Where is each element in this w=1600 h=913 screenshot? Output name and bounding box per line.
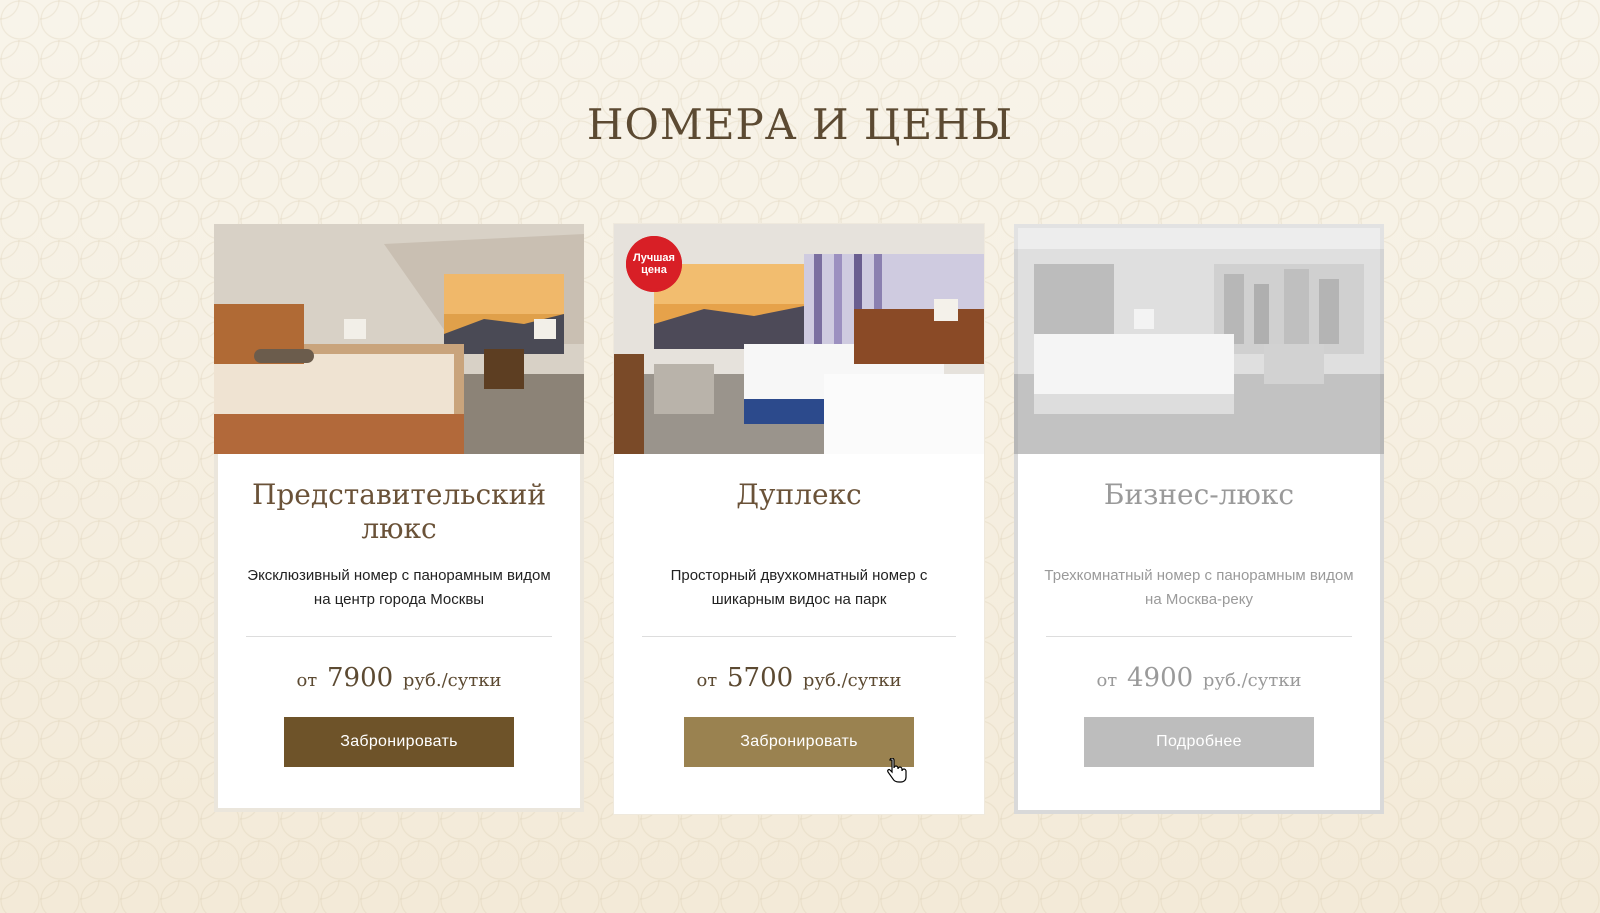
hand-cursor-icon [887, 758, 907, 783]
price-value: 5700 [727, 663, 794, 693]
best-price-badge: Лучшая цена [626, 236, 682, 292]
room-name: Дуплекс [736, 478, 862, 511]
price-prefix: от [296, 670, 318, 691]
price-unit: руб./сутки [1202, 670, 1302, 691]
price-value: 4900 [1127, 663, 1194, 693]
room-price: от 4900 руб./сутки [1018, 663, 1380, 693]
room-price: от 5700 руб./сутки [614, 663, 984, 693]
more-button[interactable]: Подробнее [1084, 717, 1314, 767]
price-prefix: от [1096, 670, 1118, 691]
room-description: Просторный двухкомнатный номер с шикарны… [670, 567, 928, 608]
price-unit: руб./сутки [402, 670, 502, 691]
room-name: Представительский люкс [251, 478, 547, 545]
book-button[interactable]: Забронировать [684, 717, 914, 767]
section-title: НОМЕРА И ЦЕНЫ [586, 100, 1014, 149]
divider [642, 636, 956, 637]
price-prefix: от [696, 670, 718, 691]
room-price: от 7900 руб./сутки [218, 663, 580, 693]
room-photo: Лучшая цена [614, 224, 984, 454]
room-card-duplex: Лучшая цена Дуплекс Просторный двухкомна… [614, 224, 984, 814]
room-description: Трехкомнатный номер с панорамным видом н… [1044, 567, 1354, 608]
room-name: Бизнес-люкс [1103, 478, 1295, 511]
room-photo [214, 224, 584, 454]
price-value: 7900 [327, 663, 394, 693]
room-description: Эксклюзивный номер с панорамным видом на… [247, 567, 551, 608]
room-photo [1014, 224, 1384, 454]
price-unit: руб./сутки [802, 670, 902, 691]
room-card-executive-suite: Представительский люкс Эксклюзивный номе… [214, 224, 584, 812]
divider [246, 636, 552, 637]
divider [1046, 636, 1352, 637]
room-card-business-suite: Бизнес-люкс Трехкомнатный номер с панора… [1014, 224, 1384, 814]
book-button[interactable]: Забронировать [284, 717, 514, 767]
